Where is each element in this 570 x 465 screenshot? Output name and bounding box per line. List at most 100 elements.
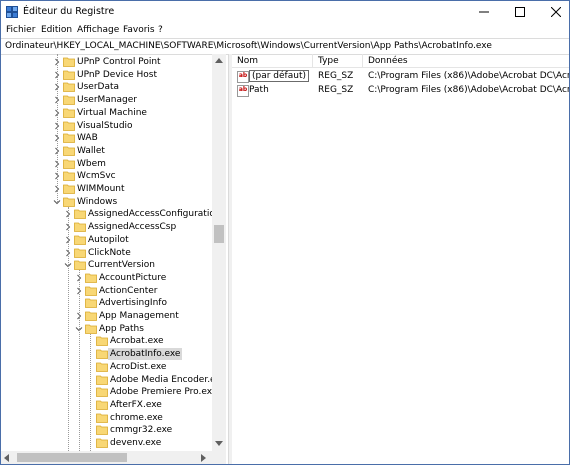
maximize-icon xyxy=(515,7,525,17)
tree-item-label: Virtual Machine xyxy=(77,107,147,118)
folder-icon xyxy=(96,412,108,423)
tree-item[interactable]: AfterFX.exe xyxy=(1,399,211,411)
tree-item[interactable]: UserData xyxy=(1,81,211,93)
folder-icon xyxy=(74,221,86,232)
minimize-button[interactable] xyxy=(466,1,502,23)
folder-icon xyxy=(96,335,108,347)
tree-item-label: WcmSvc xyxy=(77,171,116,182)
tree-item[interactable]: chrome.exe xyxy=(1,412,211,424)
tree-guide-line xyxy=(68,206,69,451)
tree-item[interactable]: AcroDist.exe xyxy=(1,361,211,373)
tree-item[interactable]: WAB xyxy=(1,132,211,144)
tree-item-label: Acrobat.exe xyxy=(110,336,164,347)
value-data: C:\Program Files (x86)\Adobe\Acrobat DC\… xyxy=(368,85,569,95)
tree-item-label: UPnP Device Host xyxy=(77,69,157,80)
tree-item[interactable]: ClickNote xyxy=(1,247,211,259)
column-header-data[interactable]: Données xyxy=(368,56,408,66)
menu-help[interactable]: ? xyxy=(158,25,163,35)
tree-item-label: AssignedAccessCsp xyxy=(88,222,177,233)
tree-item[interactable]: AccountPicture xyxy=(1,272,211,284)
tree-item[interactable]: Autopilot xyxy=(1,234,211,246)
tree-item[interactable]: Wallet xyxy=(1,145,211,157)
tree-item[interactable]: Adobe Premiere Pro.exe xyxy=(1,386,217,398)
menu-affichage[interactable]: Affichage xyxy=(77,25,119,35)
tree-item-label: cmmgr32.exe xyxy=(110,425,173,436)
scroll-up-icon[interactable] xyxy=(215,58,223,63)
tree-item-label: chrome.exe xyxy=(110,412,163,423)
tree-item[interactable]: UPnP Control Point xyxy=(1,56,211,68)
tree-horizontal-scrollbar[interactable] xyxy=(1,451,212,464)
tree-item[interactable]: ActionCenter xyxy=(1,285,211,297)
folder-icon xyxy=(96,399,108,410)
tree-item[interactable]: Virtual Machine xyxy=(1,107,211,119)
tree-item[interactable]: cmmgr32.exe xyxy=(1,424,211,436)
tree-item[interactable]: App Management xyxy=(1,310,211,322)
folder-icon xyxy=(63,183,75,194)
tree-vertical-scroll-thumb[interactable] xyxy=(214,225,224,243)
tree-item-label: Adobe Media Encoder.exe xyxy=(110,374,227,385)
key-tree[interactable]: UPnP Control Point UPnP Device Host UserDa… xyxy=(1,54,228,464)
value-type: REG_SZ xyxy=(318,71,354,81)
tree-item[interactable]: CurrentVersion xyxy=(1,259,211,271)
tree-item-label: Windows xyxy=(77,196,118,207)
maximize-button[interactable] xyxy=(502,1,538,23)
tree-item-label: CurrentVersion xyxy=(88,260,155,271)
column-header-type[interactable]: Type xyxy=(318,56,339,66)
tree-item[interactable]: WIMMount xyxy=(1,183,211,195)
close-icon xyxy=(551,7,561,17)
folder-icon xyxy=(85,285,97,296)
tree-item-label: WAB xyxy=(77,133,98,144)
address-bar[interactable]: Ordinateur\HKEY_LOCAL_MACHINE\SOFTWARE\M… xyxy=(1,38,569,55)
scroll-right-icon[interactable] xyxy=(201,454,206,462)
tree-item[interactable]: AssignedAccessConfiguration xyxy=(1,208,221,220)
column-header-name[interactable]: Nom xyxy=(237,56,258,66)
scroll-down-icon[interactable] xyxy=(215,441,223,446)
tree-horizontal-scroll-thumb[interactable] xyxy=(17,453,127,462)
tree-item[interactable]: UPnP Device Host xyxy=(1,69,211,81)
column-separator[interactable] xyxy=(312,54,313,67)
value-data: C:\Program Files (x86)\Adobe\Acrobat DC\… xyxy=(368,71,569,81)
values-list[interactable]: Nom Type Données ab (par défaut) REG_SZ … xyxy=(232,54,569,464)
tree-vertical-scrollbar[interactable] xyxy=(212,54,226,451)
registry-editor-window: Éditeur du Registre Fichier Edition Affi… xyxy=(0,0,570,465)
tree-guide-line xyxy=(57,54,58,202)
tree-item[interactable]: AcrobatInfo.exe xyxy=(1,348,211,361)
menu-favoris[interactable]: Favoris xyxy=(123,25,155,35)
tree-item-label: devenv.exe xyxy=(110,438,162,448)
tree-item[interactable]: Wbem xyxy=(1,158,211,170)
tree-guide-line xyxy=(79,270,80,451)
title-bar[interactable]: Éditeur du Registre xyxy=(1,1,569,23)
tree-item[interactable]: devenv.exe xyxy=(1,437,211,449)
tree-item-label: Autopilot xyxy=(88,234,129,245)
folder-icon xyxy=(74,208,86,220)
tree-item[interactable]: AdvertisingInfo xyxy=(1,297,211,309)
tree-item-label: UserManager xyxy=(77,95,137,106)
tree-item[interactable]: WcmSvc xyxy=(1,170,211,182)
menu-fichier[interactable]: Fichier xyxy=(6,25,35,35)
close-button[interactable] xyxy=(538,1,569,23)
tree-item-label: App Management xyxy=(99,311,179,321)
tree-item[interactable]: Acrobat.exe xyxy=(1,335,211,347)
tree-item[interactable]: VisualStudio xyxy=(1,120,211,132)
address-path[interactable]: Ordinateur\HKEY_LOCAL_MACHINE\SOFTWARE\M… xyxy=(5,41,492,51)
tree-item[interactable]: Adobe Media Encoder.exe xyxy=(1,374,226,386)
tree-item[interactable]: Windows xyxy=(1,196,211,208)
string-value-icon: ab xyxy=(237,71,249,83)
folder-icon xyxy=(74,259,86,271)
value-type: REG_SZ xyxy=(318,85,354,95)
folder-icon xyxy=(96,374,108,385)
folder-icon xyxy=(63,107,75,118)
menu-bar: Fichier Edition Affichage Favoris ? xyxy=(1,23,569,38)
value-name: Path xyxy=(249,85,269,95)
menu-edition[interactable]: Edition xyxy=(41,25,72,35)
tree-item[interactable]: UserManager xyxy=(1,94,211,106)
scroll-left-icon[interactable] xyxy=(4,454,9,462)
tree-item[interactable]: App Paths xyxy=(1,323,211,335)
folder-icon xyxy=(96,424,108,436)
column-separator[interactable] xyxy=(362,54,363,67)
list-item[interactable]: ab (par défaut) REG_SZ C:\Program Files … xyxy=(232,70,569,83)
tree-item[interactable]: AssignedAccessCsp xyxy=(1,221,211,233)
folder-icon xyxy=(63,132,75,144)
list-item[interactable]: ab Path REG_SZ C:\Program Files (x86)\Ad… xyxy=(232,84,569,97)
tree-item-label: VisualStudio xyxy=(77,120,133,131)
